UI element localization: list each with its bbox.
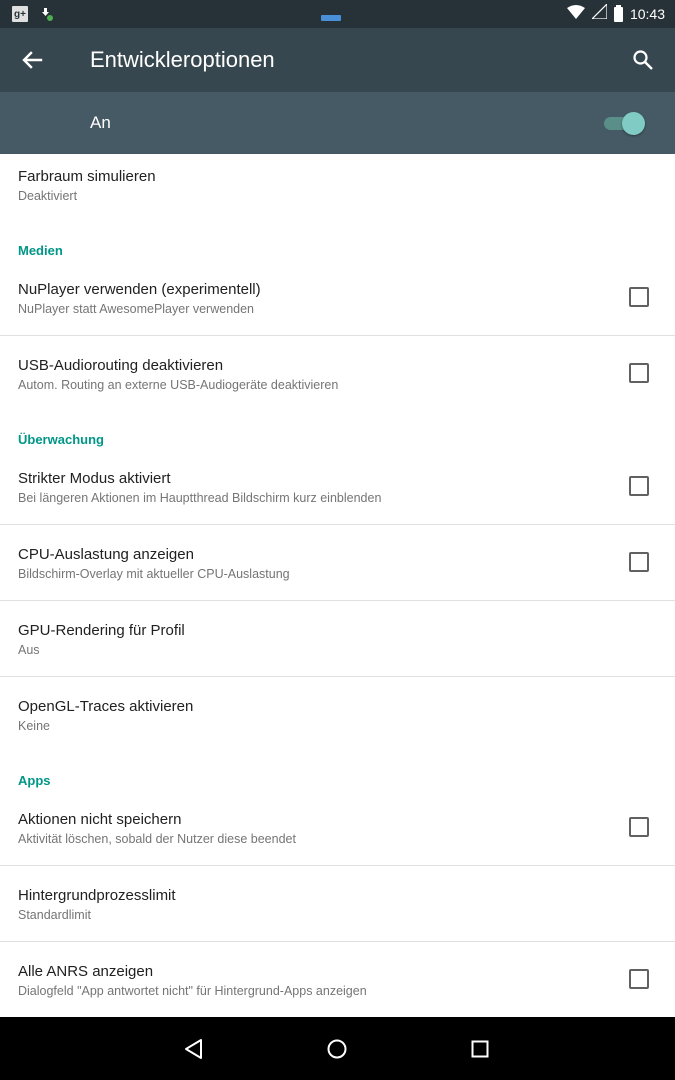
master-switch-bar: An — [0, 92, 675, 154]
list-item-gpu-rendering[interactable]: GPU-Rendering für Profil Aus — [0, 601, 675, 677]
list-item-cpu-usage[interactable]: CPU-Auslastung anzeigen Bildschirm-Overl… — [0, 525, 675, 601]
item-title: CPU-Auslastung anzeigen — [18, 546, 194, 563]
battery-icon — [613, 4, 623, 22]
google-plus-icon: g+ — [12, 6, 28, 22]
item-title: NuPlayer verwenden (experimentell) — [18, 281, 261, 298]
page-title: Entwickleroptionen — [90, 47, 275, 72]
item-subtitle: Deaktiviert — [18, 189, 78, 203]
item-subtitle: Keine — [18, 719, 50, 733]
usb-notification-icon — [321, 15, 341, 21]
navigation-bar — [0, 1017, 675, 1080]
nav-back-button[interactable] — [176, 1031, 212, 1067]
master-switch-label: An — [90, 113, 111, 132]
nav-home-button[interactable] — [319, 1031, 355, 1067]
search-button[interactable] — [623, 40, 663, 80]
item-title: Aktionen nicht speichern — [18, 811, 182, 828]
status-right-icons: 10:43 — [566, 2, 665, 24]
item-subtitle: Aktivität löschen, sobald der Nutzer die… — [18, 832, 296, 846]
cpu-usage-checkbox[interactable] — [629, 552, 649, 572]
item-subtitle: Standardlimit — [18, 908, 91, 922]
list-item-farbraum[interactable]: Farbraum simulieren Deaktiviert — [0, 154, 675, 222]
item-title: GPU-Rendering für Profil — [18, 622, 185, 639]
list-item-nuplayer[interactable]: NuPlayer verwenden (experimentell) NuPla… — [0, 260, 675, 336]
item-title: Strikter Modus aktiviert — [18, 470, 171, 487]
item-subtitle: Bei längeren Aktionen im Hauptthread Bil… — [18, 491, 382, 505]
switch-thumb — [622, 112, 645, 135]
section-header-medien: Medien — [18, 243, 63, 258]
list-item-background-limit[interactable]: Hintergrundprozesslimit Standardlimit — [0, 866, 675, 942]
item-title: OpenGL-Traces aktivieren — [18, 698, 194, 715]
item-title: Alle ANRS anzeigen — [18, 963, 154, 980]
list-item-usb-audio[interactable]: USB-Audiorouting deaktivieren Autom. Rou… — [0, 336, 675, 412]
anrs-checkbox[interactable] — [629, 969, 649, 989]
list-item-strict-mode[interactable]: Strikter Modus aktiviert Bei längeren Ak… — [0, 449, 675, 525]
strict-mode-checkbox[interactable] — [629, 476, 649, 496]
item-subtitle: Aus — [18, 643, 40, 657]
clock: 10:43 — [629, 6, 665, 22]
download-icon — [38, 6, 54, 22]
nuplayer-checkbox[interactable] — [629, 287, 649, 307]
item-title: USB-Audiorouting deaktivieren — [18, 357, 224, 374]
section-header-apps: Apps — [18, 773, 51, 788]
nav-back-icon — [185, 1039, 202, 1059]
usb-audio-checkbox[interactable] — [629, 363, 649, 383]
list-item-show-anrs[interactable]: Alle ANRS anzeigen Dialogfeld "App antwo… — [0, 942, 675, 1018]
search-icon — [633, 50, 653, 70]
nav-recents-icon — [471, 1040, 489, 1058]
nav-home-icon — [327, 1039, 347, 1059]
dont-keep-checkbox[interactable] — [629, 817, 649, 837]
app-toolbar: Entwickleroptionen — [0, 28, 675, 92]
item-subtitle: Bildschirm-Overlay mit aktueller CPU-Aus… — [18, 567, 290, 581]
item-subtitle: Autom. Routing an externe USB-Audiogerät… — [18, 378, 339, 392]
wifi-icon — [566, 4, 585, 24]
item-title: Farbraum simulieren — [18, 168, 156, 185]
list-item-dont-keep-activities[interactable]: Aktionen nicht speichern Aktivität lösch… — [0, 790, 675, 866]
signal-icon — [590, 2, 608, 24]
status-left-icons: g+ — [12, 6, 54, 22]
item-title: Hintergrundprozesslimit — [18, 887, 176, 904]
item-subtitle: NuPlayer statt AwesomePlayer verwenden — [18, 302, 254, 316]
back-button[interactable] — [12, 40, 52, 80]
item-subtitle: Dialogfeld "App antwortet nicht" für Hin… — [18, 984, 367, 998]
nav-recents-button[interactable] — [462, 1031, 498, 1067]
master-toggle-switch[interactable] — [602, 111, 646, 135]
status-bar: g+ 10:43 — [0, 0, 675, 28]
list-item-opengl-traces[interactable]: OpenGL-Traces aktivieren Keine — [0, 677, 675, 753]
arrow-back-icon — [22, 51, 43, 69]
section-header-ueberwachung: Überwachung — [18, 432, 104, 447]
